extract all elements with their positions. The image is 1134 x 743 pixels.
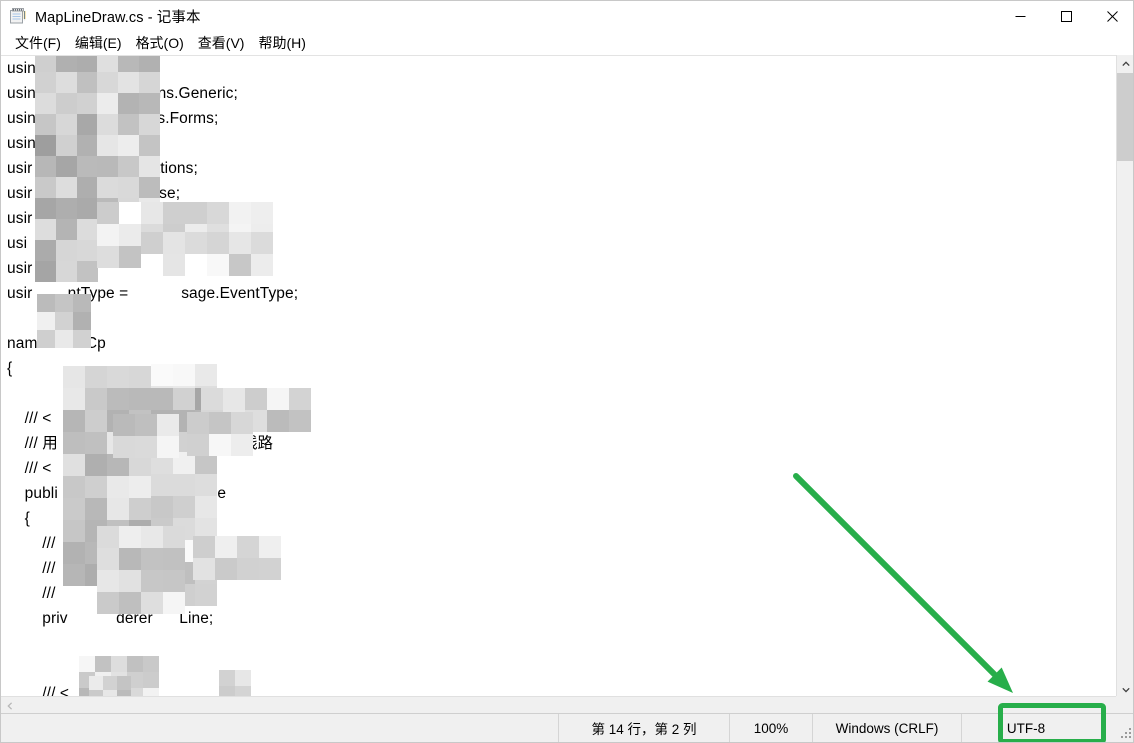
notepad-icon xyxy=(9,7,27,25)
vertical-scrollbar-thumb[interactable] xyxy=(1117,73,1133,161)
status-spacer xyxy=(1,714,558,742)
code-line: /// xyxy=(7,560,56,577)
status-zoom-level[interactable]: 100% xyxy=(729,714,812,742)
code-line: /// > xyxy=(7,585,109,602)
status-line-ending[interactable]: Windows (CRLF) xyxy=(812,714,961,742)
code-line: using m; xyxy=(7,60,98,77)
code-line: /// < mary> xyxy=(7,410,127,427)
menu-format[interactable]: 格式(O) xyxy=(129,32,191,55)
title-bar[interactable]: MapLineDraw.cs - 记事本 xyxy=(1,1,1133,31)
window-controls xyxy=(997,1,1133,31)
code-text[interactable]: using m; using m.Collections.Generic; usin… xyxy=(7,56,1097,715)
minimize-button[interactable] xyxy=(997,1,1043,31)
menu-file[interactable]: 文件(F) xyxy=(8,32,68,55)
code-line: name Cp xyxy=(7,335,106,352)
vertical-scrollbar[interactable] xyxy=(1116,55,1133,698)
maximize-button[interactable] xyxy=(1043,1,1089,31)
code-line: /// < mary xyxy=(7,460,118,477)
code-line: usir rains.Annotations; xyxy=(7,160,198,177)
code-line: usir ntType = sage.EventType; xyxy=(7,285,299,302)
menu-bar: 文件(F) 编辑(E) 格式(O) 查看(V) 帮助(H) xyxy=(1,31,1133,55)
code-line: /// 用 场景中 点的导航线路 xyxy=(7,435,274,452)
menu-view[interactable]: 查看(V) xyxy=(191,32,252,55)
scroll-up-icon[interactable] xyxy=(1117,55,1133,72)
notepad-window: MapLineDraw.cs - 记事本 文件(F) 编辑(E) 格式(O) 查… xyxy=(0,0,1134,743)
menu-help[interactable]: 帮助(H) xyxy=(251,32,312,55)
scrollbar-corner xyxy=(1116,696,1133,713)
menu-edit[interactable]: 编辑(E) xyxy=(68,32,129,55)
code-line: using m.Collections.Generic; xyxy=(7,85,238,102)
code-line: priv derer Line; xyxy=(7,610,214,627)
status-bar: 第 14 行，第 2 列 100% Windows (CRLF) UTF-8 xyxy=(1,713,1133,742)
resize-grip-icon xyxy=(1120,727,1131,738)
horizontal-scrollbar[interactable] xyxy=(1,696,1118,713)
code-line: { xyxy=(7,360,13,377)
status-cursor-position: 第 14 行，第 2 列 xyxy=(558,714,729,742)
code-line: usir anel.Custom.UIPanelCp; xyxy=(7,210,245,227)
close-button[interactable] xyxy=(1089,1,1133,31)
status-encoding[interactable]: UTF-8 xyxy=(961,714,1090,742)
code-line: { xyxy=(7,510,30,527)
code-line: usir amework.Base; xyxy=(7,185,181,202)
code-line: usi xyxy=(7,235,28,252)
code-line: usir xyxy=(7,260,33,277)
resize-grip[interactable] xyxy=(1090,714,1133,742)
code-line: /// xyxy=(7,535,56,552)
text-editor-area[interactable]: using m; using m.Collections.Generic; usin… xyxy=(1,55,1133,715)
code-line: usin em.Windows.Forms; xyxy=(7,110,219,127)
code-line: usin xyxy=(7,135,36,152)
code-line: publi M D UIBase xyxy=(7,485,227,502)
window-title: MapLineDraw.cs - 记事本 xyxy=(35,9,201,26)
scroll-left-icon[interactable] xyxy=(1,697,18,714)
